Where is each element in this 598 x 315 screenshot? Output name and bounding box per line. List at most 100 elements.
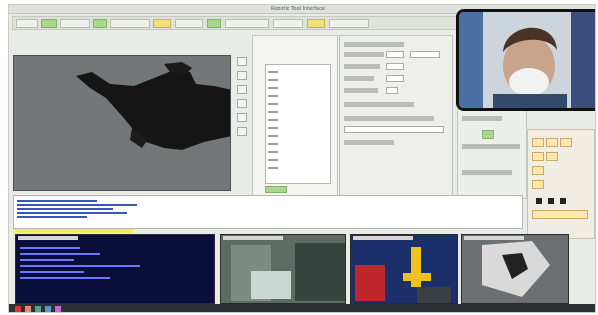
toolbar-button-5[interactable]	[110, 19, 150, 28]
list-item[interactable]	[268, 103, 278, 105]
terminal-line	[20, 247, 80, 249]
video-caption	[353, 236, 413, 240]
settings-label	[344, 116, 434, 121]
presenter-video	[459, 12, 595, 108]
list-item[interactable]	[268, 111, 278, 113]
toolbar-button-4[interactable]	[93, 19, 107, 28]
terminal-line	[20, 277, 110, 279]
control-cell[interactable]	[532, 210, 588, 219]
machine-scene	[221, 235, 345, 303]
settings-field[interactable]	[386, 51, 404, 58]
taskbar-app-icon[interactable]	[35, 306, 41, 312]
tool-button-1[interactable]	[237, 57, 247, 66]
control-cell[interactable]	[546, 138, 558, 147]
video-feed-gripper[interactable]	[461, 234, 569, 304]
toolbar-button-7[interactable]	[175, 19, 203, 28]
os-taskbar	[9, 304, 595, 312]
status-label	[462, 116, 502, 121]
list-item[interactable]	[268, 127, 278, 129]
measurement-list-panel	[252, 35, 338, 197]
tool-button-6[interactable]	[237, 127, 247, 136]
video-caption	[223, 236, 283, 240]
list-item[interactable]	[268, 167, 278, 169]
settings-label	[344, 76, 374, 81]
toolbar-button-10[interactable]	[273, 19, 303, 28]
camera-icon[interactable]	[560, 198, 566, 204]
taskbar-app-icon[interactable]	[55, 306, 61, 312]
terminal-caption	[18, 236, 78, 240]
robot-arm-scene	[351, 235, 457, 303]
toolbar-button-8[interactable]	[207, 19, 221, 28]
tool-silhouette-image	[14, 56, 230, 190]
list-item[interactable]	[268, 71, 278, 73]
toolbar-button-9[interactable]	[225, 19, 269, 28]
tool-button-4[interactable]	[237, 99, 247, 108]
list-item[interactable]	[268, 151, 278, 153]
terminal-line	[20, 271, 84, 273]
webcam-overlay[interactable]	[456, 9, 595, 111]
list-item[interactable]	[268, 119, 278, 121]
settings-field[interactable]	[386, 63, 404, 70]
list-item[interactable]	[268, 159, 278, 161]
message-log[interactable]	[13, 195, 523, 229]
list-item[interactable]	[268, 87, 278, 89]
list-item[interactable]	[268, 143, 278, 145]
toolbar-button-11[interactable]	[307, 19, 325, 28]
terminal-line	[20, 253, 100, 255]
toolbar-button-2[interactable]	[41, 19, 57, 28]
status-bar-highlight	[13, 229, 133, 233]
settings-field[interactable]	[344, 126, 444, 133]
status-controls-panel	[457, 109, 527, 199]
video-feed-machine[interactable]	[220, 234, 346, 304]
control-cell[interactable]	[546, 152, 558, 161]
terminal-window[interactable]	[15, 234, 215, 304]
control-cell[interactable]	[532, 180, 544, 189]
toolbar-button-1[interactable]	[16, 19, 38, 28]
status-label	[462, 170, 512, 175]
settings-field[interactable]	[410, 51, 440, 58]
settings-field[interactable]	[386, 75, 404, 82]
stop-icon[interactable]	[548, 198, 554, 204]
video-caption	[464, 236, 524, 240]
video-feed-robot-arm[interactable]	[350, 234, 458, 304]
control-cell[interactable]	[532, 138, 544, 147]
tool-button-5[interactable]	[237, 113, 247, 122]
log-entry	[17, 216, 87, 218]
gripper-scene	[462, 235, 568, 303]
tool-button-3[interactable]	[237, 85, 247, 94]
settings-label	[344, 52, 384, 57]
control-cell[interactable]	[532, 152, 544, 161]
window-title: Robotic Tool Interface	[271, 6, 325, 12]
settings-label	[344, 64, 380, 69]
toolbar-button-6[interactable]	[153, 19, 171, 28]
list-action-button[interactable]	[265, 186, 287, 193]
settings-label	[344, 102, 414, 107]
settings-field[interactable]	[386, 87, 398, 94]
settings-label	[344, 140, 394, 145]
status-toggle[interactable]	[482, 130, 494, 139]
window-close-icon[interactable]	[15, 306, 21, 312]
settings-panel	[339, 35, 453, 200]
inspection-camera-view[interactable]	[13, 55, 231, 191]
toolbar-button-3[interactable]	[60, 19, 90, 28]
view-tools-column	[235, 53, 249, 193]
settings-label	[344, 88, 378, 93]
measurement-list[interactable]	[265, 64, 331, 184]
list-item[interactable]	[268, 95, 278, 97]
play-icon[interactable]	[536, 198, 542, 204]
list-item[interactable]	[268, 79, 278, 81]
taskbar-app-icon[interactable]	[45, 306, 51, 312]
log-entry	[17, 200, 97, 202]
settings-header	[344, 42, 404, 47]
control-cell[interactable]	[532, 166, 544, 175]
robot-control-panel	[527, 129, 595, 239]
taskbar-app-icon[interactable]	[25, 306, 31, 312]
main-toolbar	[12, 16, 458, 30]
list-item[interactable]	[268, 135, 278, 137]
tool-button-2[interactable]	[237, 71, 247, 80]
log-entry	[17, 212, 127, 214]
desktop-screen: Robotic Tool Interface	[8, 4, 596, 313]
toolbar-button-12[interactable]	[329, 19, 369, 28]
control-cell[interactable]	[560, 138, 572, 147]
terminal-line	[20, 265, 140, 267]
